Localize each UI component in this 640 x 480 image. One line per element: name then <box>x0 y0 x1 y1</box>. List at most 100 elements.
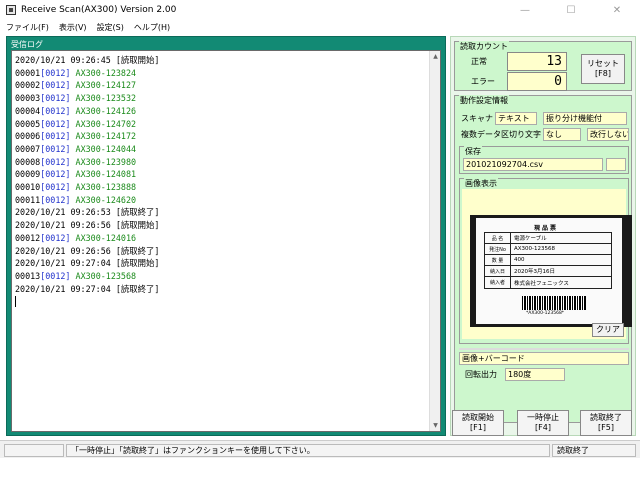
log-code: AX300-124081 <box>70 169 137 180</box>
doc-value: 株式会社フェニックス <box>514 280 569 287</box>
log-code: AX300-123888 <box>70 182 137 193</box>
scroll-up-arrow-icon[interactable]: ▲ <box>430 51 440 62</box>
log-line: 2020/10/21 09:26:56 [読取終了] <box>15 245 160 256</box>
menu-bar: ファイル(F) 表示(V) 設定(S) ヘルプ(H) <box>0 20 640 34</box>
doc-row: 数 量 400 <box>485 255 611 266</box>
log-seq: 00005 <box>15 118 41 129</box>
receive-log-textarea[interactable]: 2020/10/21 09:26:45 [読取開始] 00001[0012] AX… <box>11 50 441 432</box>
doc-key: 数 量 <box>485 255 511 265</box>
stop-read-button[interactable]: 読取終了 [F5] <box>580 410 632 436</box>
log-tag: [0012] <box>40 169 71 180</box>
log-seq: 00002 <box>15 80 41 91</box>
scanner-label: スキャナ <box>461 114 493 123</box>
log-line: 00001[0012] AX300-123824 <box>15 67 159 80</box>
log-tag: [0012] <box>40 93 71 104</box>
log-code: AX300-124044 <box>70 143 137 154</box>
receive-log-caption: 受信ログ <box>11 40 43 49</box>
doc-row: 納入者 株式会社フェニックス <box>485 277 611 288</box>
multi-delimiter-value: なし <box>543 128 581 141</box>
scroll-down-arrow-icon[interactable]: ▼ <box>430 420 440 431</box>
log-seq: 00008 <box>15 156 41 167</box>
menu-view[interactable]: 表示(V) <box>59 22 87 33</box>
minimize-button[interactable]: — <box>502 0 548 20</box>
log-tag: [0012] <box>40 105 71 116</box>
reset-button[interactable]: リセット [F8] <box>581 54 625 84</box>
reset-button-label: リセット <box>587 59 619 68</box>
log-line: 2020/10/21 09:26:45 [読取開始] <box>15 55 160 65</box>
mode-value: 振り分け機能付 <box>543 112 627 125</box>
log-seq: 00006 <box>15 131 41 142</box>
scanner-value: テキスト <box>495 112 537 125</box>
log-seq: 00012 <box>15 232 41 243</box>
log-line: 00012[0012] AX300-124016 <box>15 232 159 245</box>
log-seq: 00010 <box>15 182 41 193</box>
reset-button-key: [F8] <box>595 69 611 78</box>
count-group: 読取カウント 正常 13 エラー 0 リセット [F8] <box>454 41 632 91</box>
log-line: 00007[0012] AX300-124044 <box>15 143 159 156</box>
settings-caption: 動作設定情報 <box>459 95 509 106</box>
normal-count-value: 13 <box>507 52 567 71</box>
right-panel: 読取カウント 正常 13 エラー 0 リセット [F8] 動作設定情報 スキャナ… <box>450 36 636 436</box>
log-lines: 2020/10/21 09:26:45 [読取開始] 00001[0012] AX… <box>15 54 160 308</box>
doc-value: 電源ケーブル <box>514 236 547 242</box>
log-code: AX300-124172 <box>70 131 137 142</box>
log-line: 00005[0012] AX300-124702 <box>15 118 159 131</box>
log-line: 00006[0012] AX300-124172 <box>15 130 159 143</box>
menu-settings[interactable]: 設定(S) <box>97 22 124 33</box>
log-tag: [0012] <box>40 118 71 129</box>
clear-image-label: クリア <box>596 325 620 334</box>
receive-log-panel: 受信ログ 2020/10/21 09:26:45 [読取開始] 00001[001… <box>6 36 446 436</box>
log-line: 00013[0012] AX300-123568 <box>15 270 159 283</box>
save-group: 保存 201021092704.csv <box>459 146 629 174</box>
log-scrollbar[interactable]: ▲ ▼ <box>429 51 440 431</box>
doc-value: 2020年3月16日 <box>514 269 555 275</box>
log-line: 00004[0012] AX300-124126 <box>15 105 159 118</box>
log-seq: 00003 <box>15 93 41 104</box>
menu-help[interactable]: ヘルプ(H) <box>134 22 170 33</box>
doc-value: 400 <box>514 257 525 263</box>
image-view: 現品票 品 名電源ケーブル 発注No AX300-123568 数 量 400 納入… <box>462 189 632 339</box>
doc-key: 発注No <box>485 244 511 254</box>
log-tag: [0012] <box>40 67 71 78</box>
clear-image-button[interactable]: クリア <box>592 323 624 337</box>
scanned-document: 現品票 品 名電源ケーブル 発注No AX300-123568 数 量 400 納入… <box>476 218 622 324</box>
log-line: 00009[0012] AX300-124081 <box>15 168 159 181</box>
log-code: AX300-124702 <box>70 118 137 129</box>
close-button[interactable]: ✕ <box>594 0 640 20</box>
doc-key: 納入日 <box>485 266 511 276</box>
log-line: 2020/10/21 09:26:56 [読取開始] <box>15 220 160 231</box>
log-tag: [0012] <box>40 194 71 205</box>
log-seq: 00009 <box>15 169 41 180</box>
doc-value: AX300-123568 <box>514 246 556 252</box>
stop-read-label: 読取終了 <box>590 413 622 422</box>
log-code: AX300-124126 <box>70 105 137 116</box>
log-line: 2020/10/21 09:26:53 [読取終了] <box>15 207 160 218</box>
image-group: 画像表示 現品票 品 名電源ケーブル 発注No AX300-123568 数 量4… <box>459 178 632 344</box>
save-filename: 201021092704.csv <box>463 158 603 171</box>
log-seq: 00007 <box>15 143 41 154</box>
log-seq: 00011 <box>15 194 41 205</box>
log-tag: [0012] <box>40 80 71 91</box>
status-bar: 「一時停止」「読取終了」はファンクションキーを使用して下さい。 読取終了 <box>0 440 640 458</box>
normal-count-label: 正常 <box>471 57 487 66</box>
start-read-button[interactable]: 読取開始 [F1] <box>452 410 504 436</box>
log-code: AX300-124127 <box>70 80 137 91</box>
newline-value: 改行しない <box>587 128 629 141</box>
doc-title: 現品票 <box>534 225 559 232</box>
barcode <box>522 296 586 310</box>
title-bar: Receive Scan(AX300) Version 2.00 — ☐ ✕ <box>0 0 640 20</box>
log-seq: 00013 <box>15 270 41 281</box>
log-tag: [0012] <box>40 131 71 142</box>
menu-file[interactable]: ファイル(F) <box>6 22 49 33</box>
log-tag: [0012] <box>40 182 71 193</box>
pause-button[interactable]: 一時停止 [F4] <box>517 410 569 436</box>
status-hint: 「一時停止」「読取終了」はファンクションキーを使用して下さい。 <box>66 444 550 457</box>
rotate-output-value: 180度 <box>505 368 565 381</box>
settings-group: 動作設定情報 スキャナ テキスト 振り分け機能付 複数データ区切り文字 なし 改… <box>454 95 632 423</box>
log-code: AX300-123568 <box>70 270 137 281</box>
log-code: AX300-124016 <box>70 232 137 243</box>
log-seq: 00004 <box>15 105 41 116</box>
doc-row: 品 名電源ケーブル <box>485 233 611 244</box>
maximize-button[interactable]: ☐ <box>548 0 594 20</box>
app-icon <box>6 5 16 15</box>
